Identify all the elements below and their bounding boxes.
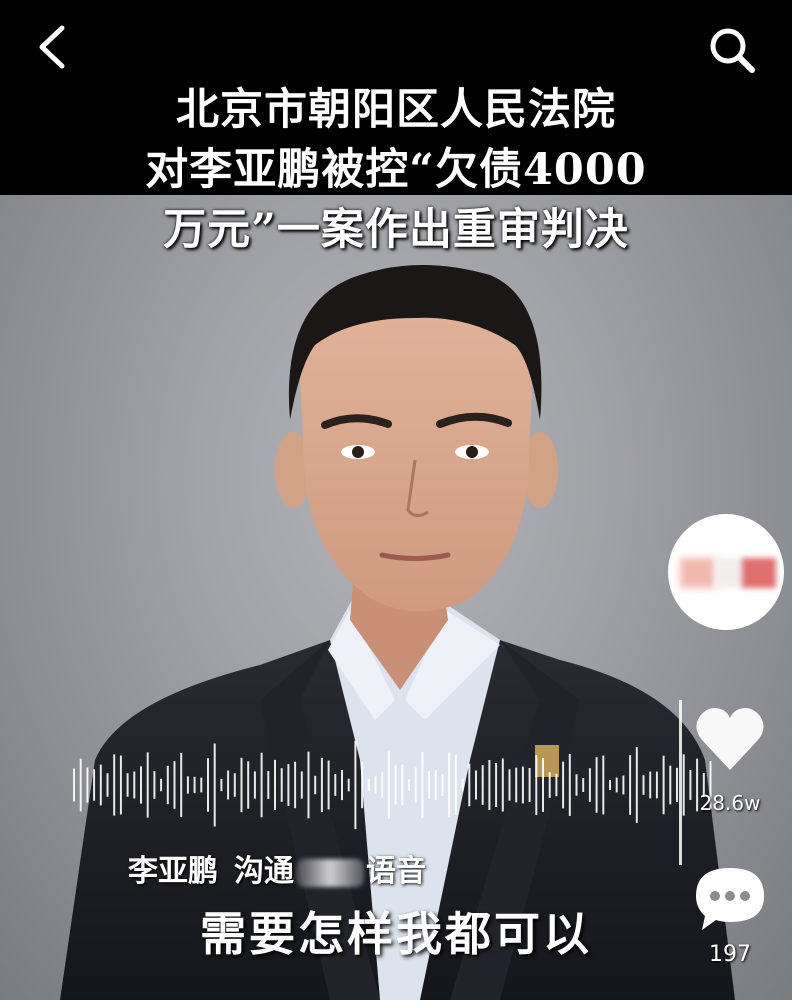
headline-line: 北京市朝阳区人民法院 — [176, 85, 616, 135]
blurred-name — [296, 858, 364, 887]
search-icon — [710, 28, 755, 73]
progress-line — [679, 700, 682, 865]
heart-icon — [696, 708, 764, 770]
avatar-blur — [680, 558, 716, 588]
caption-speaker-line: 李亚鹏 沟通 语音 — [128, 846, 426, 890]
call-suffix: 语音 — [366, 854, 426, 889]
headline: 北京市朝阳区人民法院 对李亚鹏被控“欠债4000 万元”一案作出重审判决 — [0, 80, 792, 260]
comment-icon — [696, 868, 764, 930]
avatar-blur — [742, 558, 776, 588]
speaker-name: 李亚鹏 — [128, 854, 218, 889]
video-screen[interactable]: 北京市朝阳区人民法院 对李亚鹏被控“欠债4000 万元”一案作出重审判决 李亚鹏… — [0, 0, 792, 1000]
author-avatar[interactable] — [668, 514, 784, 630]
chevron-left-icon — [39, 25, 65, 69]
audio-waveform — [73, 740, 712, 830]
search-button[interactable] — [704, 22, 760, 78]
caption-quote: 需要怎样我都可以 — [200, 907, 592, 961]
headline-line: 万元”一案作出重审判决 — [163, 205, 629, 255]
comment-count: 197 — [709, 942, 751, 967]
like-count: 28.6w — [699, 791, 761, 815]
avatar-blur — [714, 558, 744, 588]
back-button[interactable] — [30, 22, 74, 72]
like-button[interactable] — [690, 700, 770, 780]
comment-button[interactable] — [690, 862, 770, 936]
call-prefix: 沟通 — [234, 854, 294, 889]
headline-line: 对李亚鹏被控“欠债4000 — [145, 145, 647, 195]
